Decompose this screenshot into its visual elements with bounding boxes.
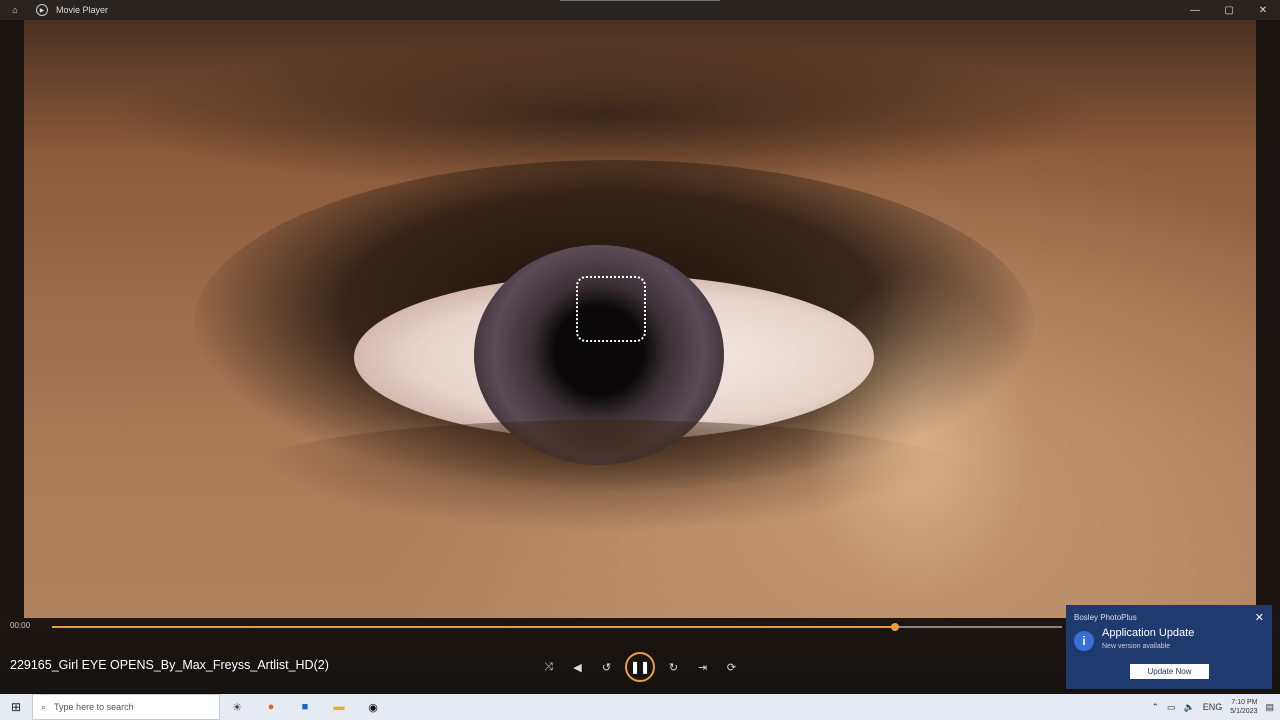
- taskbar-search[interactable]: ⌕ Type here to search: [32, 694, 220, 720]
- app-title: Movie Player: [56, 5, 109, 15]
- taskbar: ⊞ ⌕ Type here to search ☀ ● ■ ▬ ◉ ⌃ ▭ 🔈 …: [0, 694, 1280, 720]
- update-now-button[interactable]: Update Now: [1130, 664, 1209, 679]
- seek-bar-thumb[interactable]: [891, 623, 900, 631]
- minimize-button[interactable]: —: [1178, 0, 1212, 20]
- video-frame[interactable]: [24, 20, 1256, 618]
- repeat-icon[interactable]: ⟳: [717, 654, 746, 680]
- next-icon[interactable]: ⇥: [688, 654, 717, 680]
- firefox-icon[interactable]: ●: [254, 694, 288, 720]
- home-icon[interactable]: ⌂: [0, 0, 30, 20]
- close-button[interactable]: ✕: [1246, 0, 1280, 20]
- language-indicator[interactable]: ENG: [1203, 702, 1223, 712]
- shuffle-icon[interactable]: ⤨: [534, 654, 563, 680]
- video-content-highlight: [804, 270, 1034, 600]
- update-notification: Bosley PhotoPlus ✕ i Application Update …: [1066, 605, 1272, 689]
- outlook-icon[interactable]: ■: [288, 694, 322, 720]
- media-title: 229165_Girl EYE OPENS_By_Max_Freyss_Artl…: [10, 658, 329, 672]
- clock[interactable]: 7:10 PM 5/1/2023: [1230, 698, 1257, 716]
- previous-icon[interactable]: ◀: [563, 654, 592, 680]
- clock-date: 5/1/2023: [1230, 708, 1258, 715]
- windows-start-icon[interactable]: ⊞: [0, 694, 32, 720]
- volume-icon[interactable]: 🔈: [1184, 702, 1195, 713]
- file-explorer-icon[interactable]: ▬: [322, 694, 356, 720]
- seek-bar-progress: [52, 626, 896, 628]
- notification-heading: Application Update: [1102, 627, 1195, 639]
- info-icon: i: [1074, 631, 1094, 651]
- title-bar-divider: [560, 0, 720, 1]
- elapsed-time: 00:00: [10, 621, 31, 630]
- search-placeholder: Type here to search: [54, 702, 134, 712]
- seek-bar[interactable]: [52, 623, 1062, 631]
- video-content-catchlight: [576, 276, 646, 342]
- search-icon: ⌕: [41, 701, 47, 712]
- notification-app-name: Bosley PhotoPlus: [1074, 613, 1137, 622]
- chevron-up-icon[interactable]: ⌃: [1151, 702, 1159, 713]
- notification-close-icon[interactable]: ✕: [1255, 611, 1264, 624]
- network-icon[interactable]: ▭: [1167, 702, 1176, 713]
- notification-center-icon[interactable]: ▤: [1265, 702, 1274, 713]
- notification-message: New version available: [1102, 643, 1171, 650]
- media-player-taskbar-icon[interactable]: ◉: [356, 694, 390, 720]
- title-bar: ⌂ ▶ Movie Player — ▢ ✕: [0, 0, 1280, 20]
- rewind-icon[interactable]: ↺: [592, 654, 621, 680]
- weather-icon[interactable]: ☀: [220, 694, 254, 720]
- system-tray: ⌃ ▭ 🔈 ENG 7:10 PM 5/1/2023 ▤: [1151, 698, 1280, 716]
- playback-controls: ⤨ ◀ ↺ ❚❚ ↻ ⇥ ⟳: [534, 652, 746, 682]
- pause-button[interactable]: ❚❚: [625, 652, 655, 682]
- app-logo-icon: ▶: [36, 4, 48, 16]
- forward-icon[interactable]: ↻: [659, 654, 688, 680]
- maximize-button[interactable]: ▢: [1212, 0, 1246, 20]
- media-player-window: ⌂ ▶ Movie Player — ▢ ✕ 00:00 229165_Girl…: [0, 0, 1280, 694]
- clock-time: 7:10 PM: [1231, 699, 1258, 706]
